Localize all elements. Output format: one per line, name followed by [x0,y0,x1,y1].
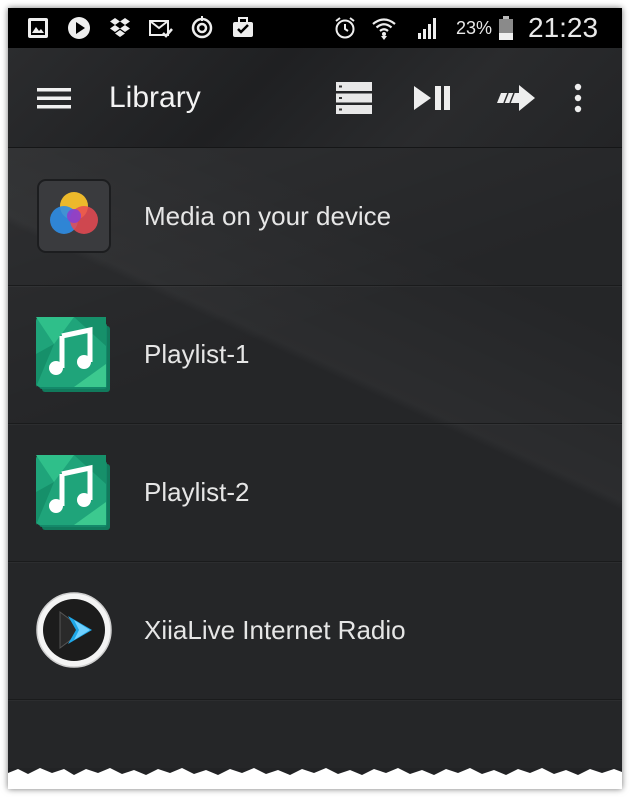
action-bar: Library [8,48,622,148]
forward-arrow-icon[interactable] [495,76,539,120]
torn-edge-decoration [8,768,622,789]
page-title: Library [109,81,201,114]
play-pause-icon[interactable] [411,76,455,120]
app-window: 23% 21:23 Library Media on your device P… [8,8,622,789]
menu-icon[interactable] [33,76,77,120]
briefcase-icon [233,17,253,37]
list-item-playlist-2[interactable]: Playlist-2 [8,424,622,562]
status-time: 21:23 [528,12,599,43]
sync-icon [191,16,213,39]
gallery-icon [28,18,48,38]
wifi-icon [372,18,396,40]
signal-icon [418,18,436,39]
status-bar: 23% 21:23 [8,8,622,48]
overflow-menu-icon[interactable] [556,76,600,120]
battery-icon [499,16,513,40]
list-item-media-device[interactable]: Media on your device [8,148,622,286]
list-item-label: Playlist-1 [144,339,250,369]
playlist-icon [36,455,110,530]
battery-percent: 23% [456,18,493,38]
alarm-icon [335,17,355,39]
library-list: Media on your device Playlist-1 Playlist… [8,148,622,768]
xiialive-icon [36,592,112,668]
playlist-icon [36,317,110,392]
list-item-label: Media on your device [144,201,392,231]
list-item-label: Playlist-2 [144,477,250,507]
list-item-playlist-1[interactable]: Playlist-1 [8,286,622,424]
dropbox-icon [110,18,130,37]
list-item-xiialive-radio[interactable]: XiiaLive Internet Radio [8,562,622,700]
media-device-icon [37,179,111,253]
list-item-label: XiiaLive Internet Radio [144,615,406,645]
queue-icon[interactable] [333,76,377,120]
mail-check-icon [149,20,173,38]
play-icon [68,17,90,39]
